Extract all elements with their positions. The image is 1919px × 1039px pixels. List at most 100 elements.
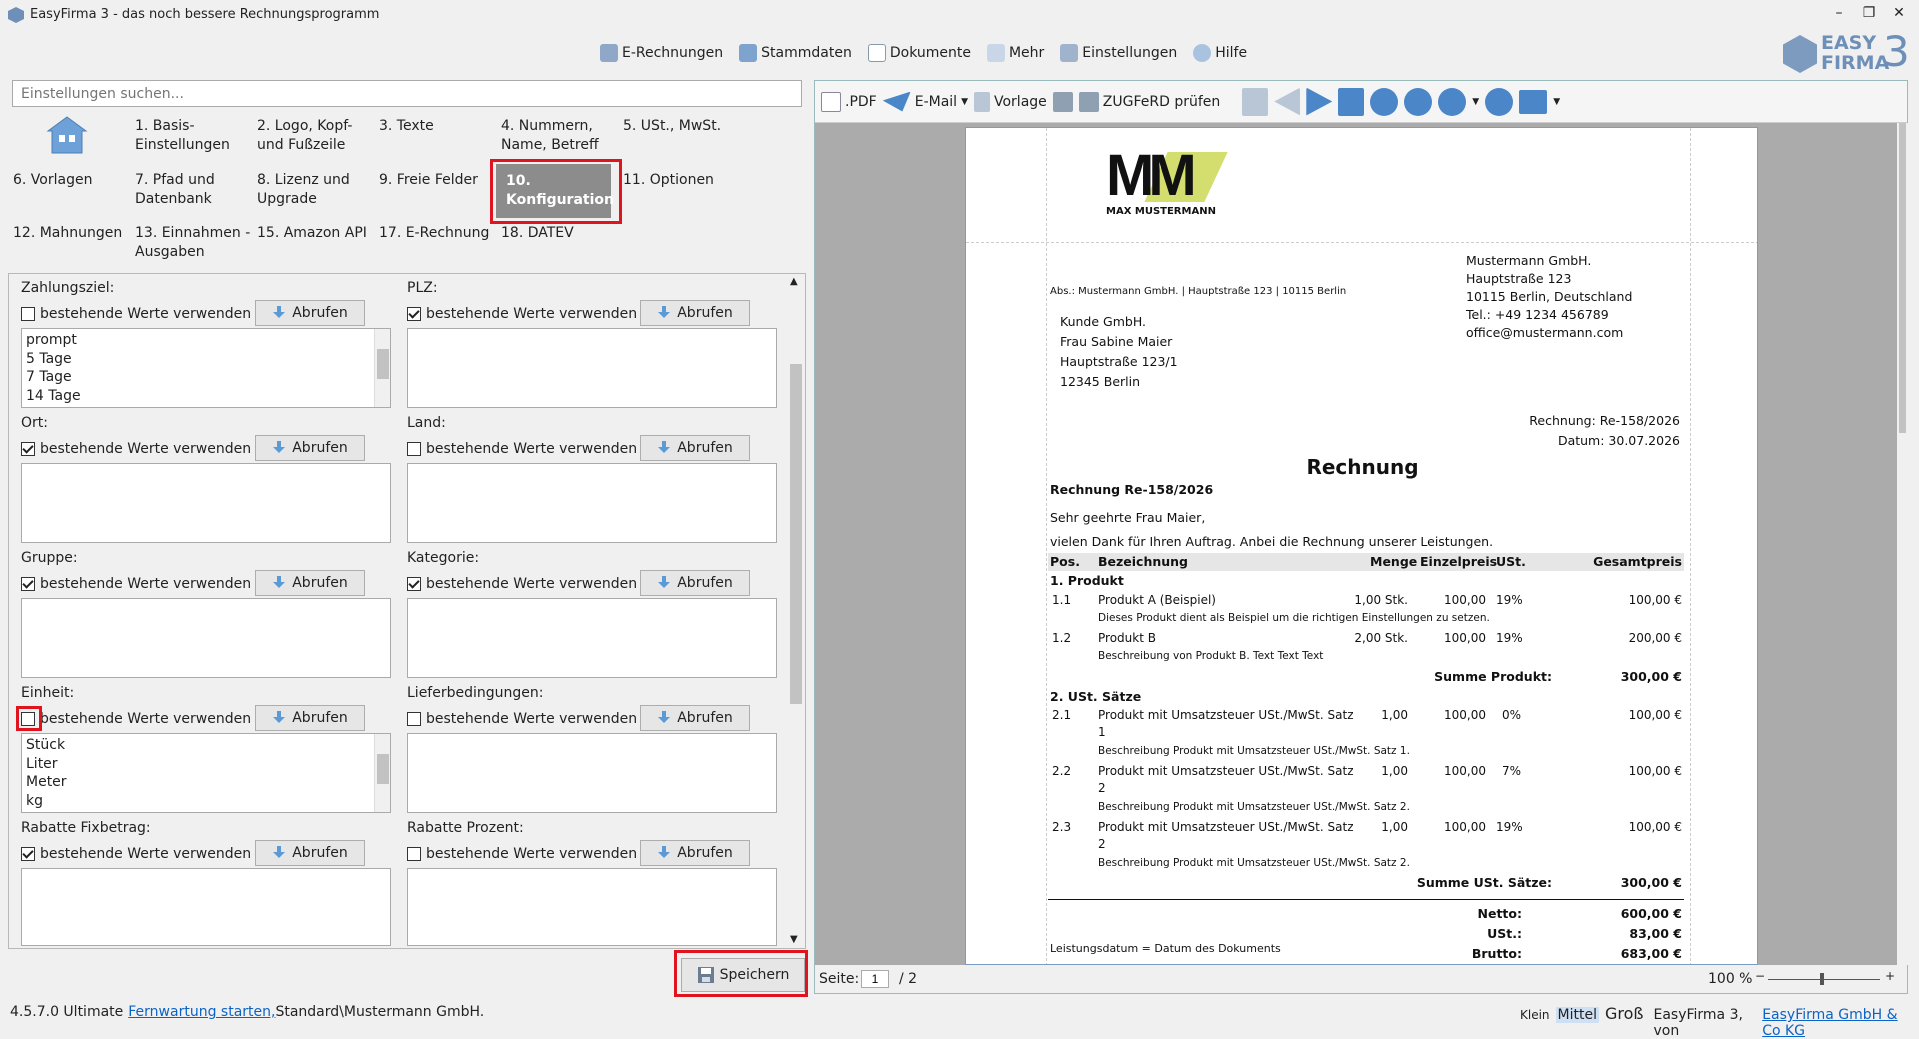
nav-hilfe[interactable]: Hilfe: [1187, 42, 1253, 64]
list-scrollbar[interactable]: [374, 734, 390, 812]
next-page-icon[interactable]: [1306, 87, 1333, 116]
use-existing-ort[interactable]: bestehende Werte verwenden: [21, 441, 251, 457]
category-lizenz[interactable]: 8. Lizenz und Upgrade: [257, 171, 350, 209]
list-item[interactable]: prompt: [26, 331, 386, 350]
category-basis[interactable]: 1. Basis- Einstellungen: [135, 117, 230, 155]
nav-einstellungen[interactable]: Einstellungen: [1054, 42, 1183, 64]
scroll-thumb[interactable]: [790, 364, 802, 704]
settings-scrollbar[interactable]: ▲ ▼: [787, 274, 805, 948]
export-pdf-button[interactable]: .PDF: [821, 91, 877, 112]
nav-e-rechnungen[interactable]: E-Rechnungen: [594, 42, 729, 64]
zoom-out-icon[interactable]: [1404, 87, 1433, 116]
fetch-button-einheit[interactable]: Abrufen: [255, 705, 365, 731]
use-existing-lieferbedingungen[interactable]: bestehende Werte verwenden: [407, 711, 637, 727]
zoom-slider-thumb[interactable]: [1820, 973, 1824, 985]
prev-page-icon[interactable]: [1274, 87, 1301, 116]
zoom-plus-icon[interactable]: +: [1885, 969, 1895, 983]
print-icon[interactable]: [1052, 91, 1073, 112]
list-item[interactable]: 5 Tage: [26, 350, 386, 369]
category-einnahmen[interactable]: 13. Einnahmen - Ausgaben: [135, 224, 250, 262]
zoom-in-icon[interactable]: [1485, 87, 1514, 116]
use-existing-einheit[interactable]: bestehende Werte verwenden: [21, 711, 251, 727]
use-existing-kategorie[interactable]: bestehende Werte verwenden: [407, 576, 637, 592]
use-existing-rabatte-prozent[interactable]: bestehende Werte verwenden: [407, 846, 637, 862]
size-large-button[interactable]: Groß: [1605, 1004, 1644, 1023]
settings-search-input[interactable]: [12, 80, 802, 107]
nav-dokumente[interactable]: Dokumente: [862, 42, 977, 64]
category-datev[interactable]: 18. DATEV: [501, 224, 574, 243]
page-number-input[interactable]: [861, 970, 889, 988]
category-nummern[interactable]: 4. Nummern, Name, Betreff: [501, 117, 599, 155]
category-ust[interactable]: 5. USt., MwSt.: [623, 117, 721, 136]
category-freie-felder[interactable]: 9. Freie Felder: [379, 171, 478, 190]
fetch-button-rabatte-prozent[interactable]: Abrufen: [640, 840, 750, 866]
fetch-button-kategorie[interactable]: Abrufen: [640, 570, 750, 596]
zoom-page-icon[interactable]: [1370, 87, 1399, 116]
category-optionen[interactable]: 11. Optionen: [623, 171, 714, 190]
nav-mehr[interactable]: Mehr: [981, 42, 1050, 64]
list-item[interactable]: 7 Tage: [26, 368, 386, 387]
fetch-button-land[interactable]: Abrufen: [640, 435, 750, 461]
fetch-button-ort[interactable]: Abrufen: [255, 435, 365, 461]
checkbox[interactable]: [407, 577, 421, 591]
first-page-icon[interactable]: [1242, 87, 1269, 116]
values-list-kategorie[interactable]: [407, 598, 777, 678]
values-list-rabatte-fix[interactable]: [21, 868, 391, 946]
remote-support-link[interactable]: Fernwartung starten,: [128, 1004, 275, 1020]
restore-button[interactable]: ❐: [1856, 2, 1882, 24]
category-e-rechnung[interactable]: 17. E-Rechnung: [379, 224, 489, 243]
export-icon[interactable]: [1519, 89, 1548, 114]
category-vorlagen[interactable]: 6. Vorlagen: [13, 171, 92, 190]
category-amazon[interactable]: 15. Amazon API: [257, 224, 367, 243]
checkbox[interactable]: [407, 307, 421, 321]
dropdown-arrow-icon[interactable]: ▼: [1472, 97, 1479, 107]
zoom-icon[interactable]: [1438, 87, 1467, 116]
email-button[interactable]: E-Mail ▼: [882, 91, 968, 112]
category-texte[interactable]: 3. Texte: [379, 117, 434, 136]
use-existing-plz[interactable]: bestehende Werte verwenden: [407, 306, 637, 322]
checkbox[interactable]: [21, 847, 35, 861]
fetch-button-rabatte-fix[interactable]: Abrufen: [255, 840, 365, 866]
values-list-zahlungsziel[interactable]: prompt 5 Tage 7 Tage 14 Tage: [21, 328, 391, 408]
checkbox[interactable]: [407, 442, 421, 456]
category-pfad[interactable]: 7. Pfad und Datenbank: [135, 171, 215, 209]
use-existing-gruppe[interactable]: bestehende Werte verwenden: [21, 576, 251, 592]
minimize-button[interactable]: –: [1826, 2, 1852, 24]
fetch-button-zahlungsziel[interactable]: Abrufen: [255, 300, 365, 326]
list-item[interactable]: Stück: [26, 736, 386, 755]
checkbox[interactable]: [407, 847, 421, 861]
checkbox[interactable]: [407, 712, 421, 726]
list-item[interactable]: kg: [26, 792, 386, 811]
zoom-slider[interactable]: [1768, 979, 1880, 980]
fetch-button-lieferbedingungen[interactable]: Abrufen: [640, 705, 750, 731]
list-scrollbar[interactable]: [374, 329, 390, 407]
use-existing-zahlungsziel[interactable]: bestehende Werte verwenden: [21, 306, 251, 322]
fetch-button-gruppe[interactable]: Abrufen: [255, 570, 365, 596]
use-existing-land[interactable]: bestehende Werte verwenden: [407, 441, 637, 457]
values-list-plz[interactable]: [407, 328, 777, 408]
values-list-ort[interactable]: [21, 463, 391, 543]
values-list-land[interactable]: [407, 463, 777, 543]
values-list-gruppe[interactable]: [21, 598, 391, 678]
zoom-minus-icon[interactable]: −: [1755, 969, 1765, 983]
values-list-einheit[interactable]: Stück Liter Meter kg: [21, 733, 391, 813]
size-small-button[interactable]: Klein: [1520, 1008, 1550, 1022]
company-link[interactable]: EasyFirma GmbH & Co KG: [1762, 1007, 1919, 1039]
values-list-rabatte-prozent[interactable]: [407, 868, 777, 946]
checkbox[interactable]: [21, 442, 35, 456]
nav-stammdaten[interactable]: Stammdaten: [733, 42, 858, 64]
category-logo[interactable]: 2. Logo, Kopf- und Fußzeile: [257, 117, 352, 155]
last-page-icon[interactable]: [1338, 87, 1365, 116]
template-button[interactable]: Vorlage: [974, 91, 1047, 112]
category-mahnungen[interactable]: 12. Mahnungen: [13, 224, 122, 243]
checkbox[interactable]: [21, 307, 35, 321]
list-item[interactable]: Meter: [26, 773, 386, 792]
scroll-down-icon[interactable]: ▼: [790, 934, 798, 945]
values-list-lieferbedingungen[interactable]: [407, 733, 777, 813]
dropdown-arrow-icon[interactable]: ▼: [1553, 97, 1560, 107]
close-button[interactable]: ✕: [1886, 2, 1912, 24]
use-existing-rabatte-fix[interactable]: bestehende Werte verwenden: [21, 846, 251, 862]
scroll-thumb[interactable]: [1899, 123, 1906, 433]
zugferd-button[interactable]: ZUGFeRD prüfen: [1078, 91, 1220, 112]
list-item[interactable]: Liter: [26, 755, 386, 774]
